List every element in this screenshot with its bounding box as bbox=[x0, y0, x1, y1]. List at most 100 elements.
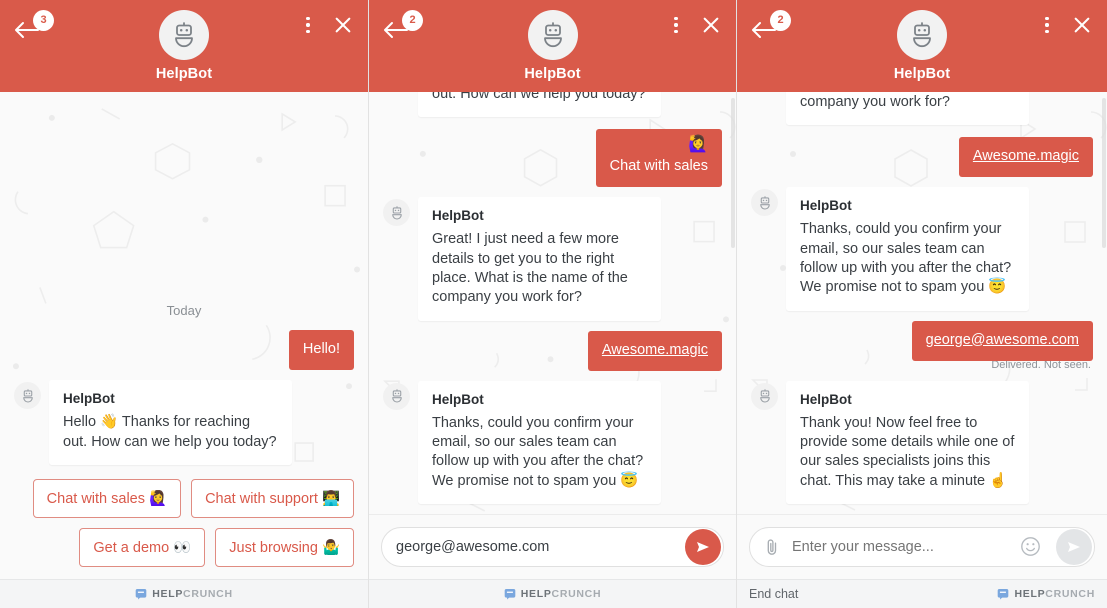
message-text: Thanks, could you confirm your email, so… bbox=[800, 221, 1012, 296]
screenshot-stage: 3 HelpBot Today Hello! HelpBot Hello 👋 T… bbox=[0, 0, 1107, 608]
helpcrunch-branding[interactable]: HELPCRUNCH bbox=[135, 588, 233, 600]
message-sender: HelpBot bbox=[432, 391, 484, 407]
message-emoji: 🙋‍♀️ bbox=[688, 136, 708, 154]
more-vertical-icon[interactable] bbox=[1037, 14, 1057, 36]
smiley-icon[interactable] bbox=[1020, 536, 1042, 558]
back-button[interactable]: 3 bbox=[13, 10, 54, 46]
chat-widget-panel-3: 2 HelpBot company you work for? Awesome.… bbox=[737, 0, 1107, 608]
robot-icon bbox=[759, 196, 770, 210]
message-row-outgoing: 🙋‍♀️ Chat with sales bbox=[383, 129, 722, 188]
quick-reply-chat-with-support[interactable]: Chat with support 👨‍💻 bbox=[191, 479, 354, 518]
back-button[interactable]: 2 bbox=[382, 10, 423, 46]
message-input[interactable] bbox=[792, 539, 1020, 555]
message-text: Hello 👋 Thanks for reaching out. How can… bbox=[432, 92, 646, 102]
message-bubble-outgoing: george@awesome.com bbox=[911, 320, 1093, 361]
message-row-incoming: HelpBot Great! I just need a few more de… bbox=[383, 197, 722, 321]
close-icon[interactable] bbox=[332, 14, 354, 36]
brand-text: HELPCRUNCH bbox=[1014, 588, 1095, 600]
helpcrunch-branding[interactable]: HELPCRUNCH bbox=[997, 588, 1095, 600]
avatar bbox=[383, 382, 410, 410]
paperclip-icon[interactable] bbox=[764, 538, 782, 556]
chat-bubble-icon bbox=[504, 589, 516, 600]
message-row-incoming: HelpBot Hello 👋 Thanks for reaching out.… bbox=[14, 380, 354, 465]
message-list-2: Hello 👋 Thanks for reaching out. How can… bbox=[369, 92, 736, 514]
unread-badge: 2 bbox=[770, 10, 791, 31]
composer-3 bbox=[737, 514, 1107, 579]
message-bubble-incoming: HelpBot Thank you! Now feel free to prov… bbox=[786, 380, 1029, 504]
header-identity: HelpBot bbox=[894, 10, 950, 82]
message-bubble-outgoing: Awesome.magic bbox=[958, 137, 1093, 178]
back-button[interactable]: 2 bbox=[750, 10, 791, 46]
brand-text-secondary: CRUNCH bbox=[551, 588, 602, 600]
message-bubble-incoming: Hello 👋 Thanks for reaching out. How can… bbox=[418, 92, 661, 118]
brand-text-secondary: CRUNCH bbox=[1045, 588, 1095, 600]
bot-avatar bbox=[897, 10, 947, 60]
chat-widget-panel-2: 2 HelpBot out. How can we help you today… bbox=[369, 0, 737, 608]
chat-bubble-icon bbox=[998, 589, 1009, 600]
send-button[interactable] bbox=[1056, 529, 1092, 565]
message-row-outgoing: Awesome.magic bbox=[751, 137, 1093, 178]
day-separator: Today bbox=[166, 303, 202, 319]
messages-container: place. What is the name of the company y… bbox=[737, 92, 1107, 514]
chat-header: 3 HelpBot bbox=[0, 0, 368, 92]
message-row-incoming: HelpBot Thanks, could you confirm your e… bbox=[383, 380, 722, 504]
end-chat-button[interactable]: End chat bbox=[749, 587, 798, 601]
bot-avatar bbox=[159, 10, 209, 60]
composer-field[interactable] bbox=[381, 527, 724, 567]
header-actions bbox=[298, 14, 354, 36]
message-text: Hello 👋 Thanks for reaching out. How can… bbox=[63, 414, 277, 450]
paperclip-glyph bbox=[767, 539, 777, 555]
smiley-glyph bbox=[1021, 537, 1040, 556]
chat-widget-panel-1: 3 HelpBot Today Hello! HelpBot Hello 👋 T… bbox=[0, 0, 369, 608]
message-text: Chat with sales bbox=[609, 158, 708, 175]
quick-reply-just-browsing[interactable]: Just browsing 🤷‍♂️ bbox=[215, 528, 354, 567]
brand-text: HELPCRUNCH bbox=[521, 588, 602, 600]
robot-icon bbox=[391, 389, 402, 403]
message-text: place. What is the name of the company y… bbox=[800, 93, 950, 110]
message-bubble-incoming: HelpBot Hello 👋 Thanks for reaching out.… bbox=[49, 380, 292, 465]
message-bubble-incoming: HelpBot Great! I just need a few more de… bbox=[418, 197, 661, 321]
close-icon[interactable] bbox=[1071, 14, 1093, 36]
close-icon[interactable] bbox=[700, 14, 722, 36]
messages-container: Today Hello! HelpBot Hello 👋 Thanks for … bbox=[0, 293, 368, 475]
composer-2 bbox=[369, 514, 736, 579]
chat-header: 2 HelpBot bbox=[737, 0, 1107, 92]
composer-field[interactable] bbox=[749, 527, 1095, 567]
bot-name: HelpBot bbox=[155, 66, 213, 82]
helpcrunch-branding[interactable]: HELPCRUNCH bbox=[504, 588, 602, 600]
send-button[interactable] bbox=[685, 529, 721, 565]
robot-icon bbox=[175, 22, 193, 48]
bot-name: HelpBot bbox=[893, 66, 951, 82]
message-bubble-incoming: HelpBot Thanks, could you confirm your e… bbox=[418, 380, 661, 504]
header-actions bbox=[666, 14, 722, 36]
message-row-outgoing: Awesome.magic bbox=[383, 330, 722, 371]
message-text: Thanks, could you confirm your email, so… bbox=[432, 414, 644, 489]
robot-icon bbox=[543, 22, 562, 48]
more-vertical-icon[interactable] bbox=[298, 14, 318, 36]
send-icon bbox=[1068, 542, 1080, 552]
quick-reply-chat-with-sales[interactable]: Chat with sales 🙋‍♀️ bbox=[32, 479, 182, 518]
message-sender: HelpBot bbox=[800, 198, 852, 214]
brand-text-secondary: CRUNCH bbox=[183, 588, 233, 600]
message-row-outgoing: Hello! bbox=[14, 330, 354, 371]
widget-footer-3: End chat HELPCRUNCH bbox=[737, 579, 1107, 608]
header-identity: HelpBot bbox=[156, 10, 212, 82]
send-icon bbox=[697, 542, 709, 552]
message-list-1: Today Hello! HelpBot Hello 👋 Thanks for … bbox=[0, 92, 368, 475]
message-input[interactable] bbox=[396, 539, 709, 555]
more-vertical-icon[interactable] bbox=[666, 14, 686, 36]
quick-reply-get-a-demo[interactable]: Get a demo 👀 bbox=[79, 528, 206, 567]
brand-text-primary: HELP bbox=[520, 588, 552, 600]
message-list-3: place. What is the name of the company y… bbox=[737, 92, 1107, 514]
unread-badge: 3 bbox=[33, 10, 54, 31]
robot-icon bbox=[759, 389, 770, 403]
widget-footer-1: HELPCRUNCH bbox=[0, 579, 368, 608]
brand-text-primary: HELP bbox=[152, 588, 184, 600]
message-text: Great! I just need a few more details to… bbox=[432, 231, 628, 306]
unread-badge: 2 bbox=[402, 10, 423, 31]
message-row-incoming: HelpBot Thanks, could you confirm your e… bbox=[751, 187, 1093, 311]
message-row-outgoing: george@awesome.com bbox=[751, 320, 1093, 361]
bot-name: HelpBot bbox=[524, 66, 581, 82]
robot-icon bbox=[913, 22, 931, 48]
message-text: Thank you! Now feel free to provide some… bbox=[800, 414, 1015, 489]
